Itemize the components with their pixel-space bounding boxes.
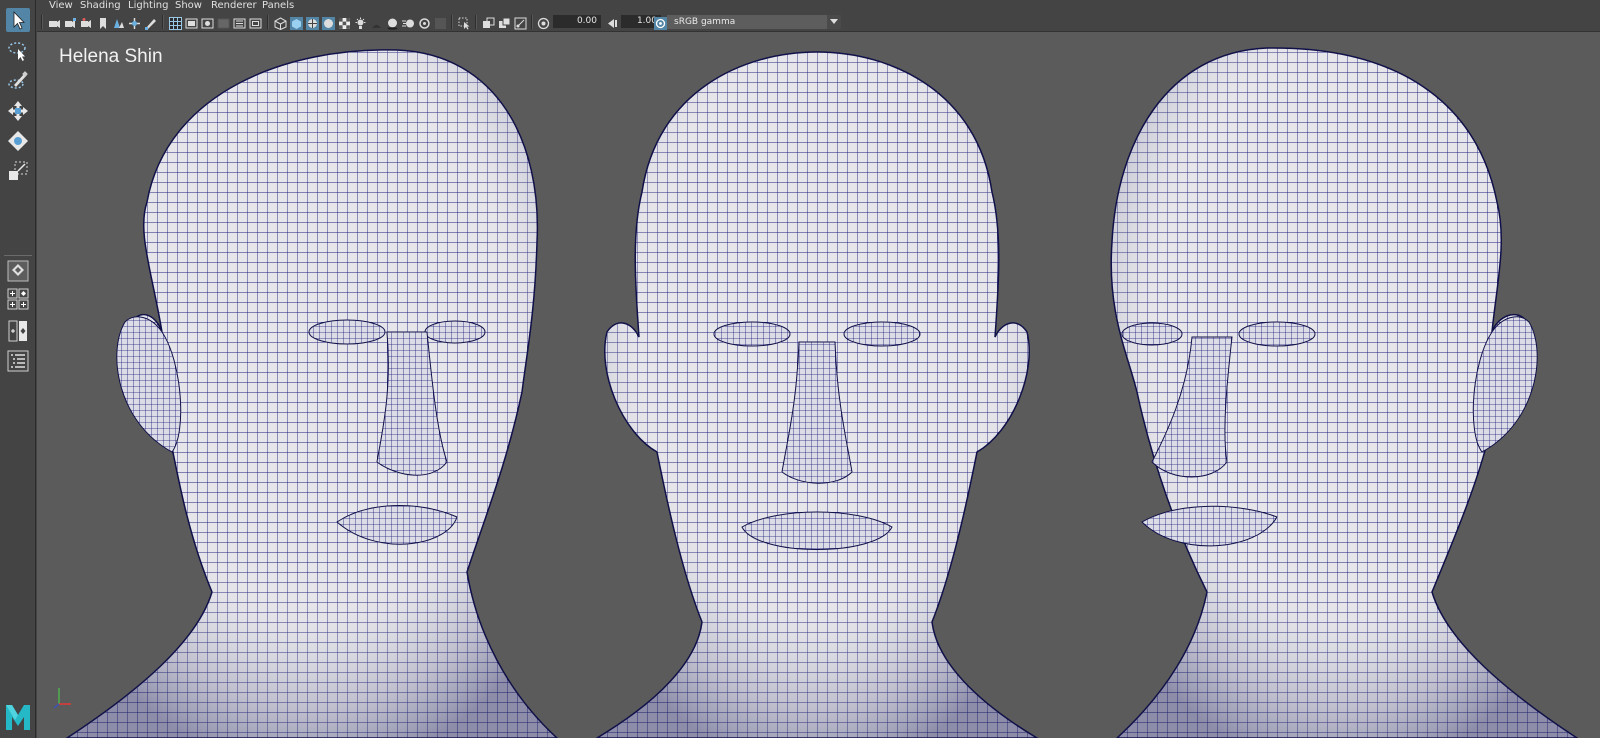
rotate-tool-icon[interactable] xyxy=(6,129,30,153)
toolbox-divider xyxy=(4,255,32,256)
gamma-icon[interactable] xyxy=(606,15,619,28)
single-perspective-icon[interactable] xyxy=(6,259,30,283)
scale-tool-icon[interactable] xyxy=(6,159,30,183)
head-front xyxy=(595,51,1039,738)
motion-blur-icon[interactable] xyxy=(402,15,415,28)
toolbox xyxy=(0,0,36,738)
toolbar-divider xyxy=(475,15,477,29)
textured-icon[interactable] xyxy=(338,15,351,29)
anti-aliasing-icon[interactable] xyxy=(418,15,431,29)
wireframe-shading-icon[interactable] xyxy=(274,15,287,31)
panel-toolbar: 0.00 1.00 sRGB gamma xyxy=(37,12,1600,32)
artist-name-label: Helena Shin xyxy=(59,46,163,67)
menu-show[interactable]: Show xyxy=(175,0,202,12)
panel-menu-bar: View Shading Lighting Show Renderer Pane… xyxy=(37,0,1600,12)
ambient-occlusion-icon[interactable] xyxy=(386,15,399,30)
outliner-icon[interactable] xyxy=(6,349,30,373)
maya-logo-icon xyxy=(4,702,32,732)
two-view-icon[interactable] xyxy=(6,319,30,343)
grease-pencil-icon[interactable] xyxy=(144,15,157,30)
exposure-field[interactable]: 0.00 xyxy=(553,15,601,28)
resolution-gate-icon[interactable] xyxy=(201,15,214,29)
menu-panels[interactable]: Panels xyxy=(262,0,294,12)
depth-of-field-icon[interactable] xyxy=(434,15,447,29)
color-space-dropdown[interactable]: sRGB gamma xyxy=(667,15,841,29)
toolbar-divider xyxy=(267,15,269,29)
viewport-panel[interactable]: Helena Shin xyxy=(37,32,1600,738)
move-tool-icon[interactable] xyxy=(6,99,30,123)
2d-pan-zoom-icon[interactable] xyxy=(128,15,141,29)
exposure-icon[interactable] xyxy=(537,15,550,30)
head-three-quarter-right xyxy=(1110,47,1579,738)
xray-active-components-icon[interactable] xyxy=(498,15,511,28)
gate-mask-icon[interactable] xyxy=(217,15,230,29)
select-tool-icon[interactable] xyxy=(6,8,30,32)
bookmark-flag-icon[interactable] xyxy=(96,15,109,29)
grid-icon[interactable] xyxy=(169,15,182,30)
shadows-icon[interactable] xyxy=(370,15,383,28)
lasso-tool-icon[interactable] xyxy=(6,39,30,63)
toolbar-divider xyxy=(451,15,453,29)
wireframe-heads xyxy=(65,47,1579,738)
film-gate-icon[interactable] xyxy=(185,15,198,29)
field-chart-icon[interactable] xyxy=(233,15,246,29)
xray-joints-icon[interactable] xyxy=(514,15,527,30)
toolbar-divider xyxy=(162,15,164,29)
safe-action-icon[interactable] xyxy=(249,15,262,29)
image-plane-icon[interactable] xyxy=(112,15,125,28)
use-default-material-icon[interactable] xyxy=(322,15,335,30)
paint-select-icon[interactable] xyxy=(6,69,30,93)
xray-icon[interactable] xyxy=(482,15,495,28)
view-transform-icon[interactable] xyxy=(654,15,667,30)
bookmarks-icon[interactable] xyxy=(80,15,93,28)
smooth-shade-icon[interactable] xyxy=(290,15,303,30)
axis-gizmo-icon xyxy=(53,688,71,709)
toolbar-divider xyxy=(531,15,533,29)
head-three-quarter-left xyxy=(65,49,559,738)
four-view-icon[interactable] xyxy=(6,287,30,311)
menu-renderer[interactable]: Renderer xyxy=(211,0,257,12)
wireframe-on-shaded-icon[interactable] xyxy=(306,15,319,30)
lights-icon[interactable] xyxy=(354,15,367,29)
camera-attributes-icon[interactable] xyxy=(64,15,77,28)
select-camera-icon[interactable] xyxy=(48,15,61,28)
menu-lighting[interactable]: Lighting xyxy=(128,0,168,12)
menu-shading[interactable]: Shading xyxy=(80,0,121,12)
menu-view[interactable]: View xyxy=(49,0,73,12)
color-space-label: sRGB gamma xyxy=(674,17,736,27)
chevron-down-icon[interactable] xyxy=(827,15,841,29)
isolate-select-icon[interactable] xyxy=(458,15,471,30)
toolbar-divider xyxy=(41,15,43,29)
